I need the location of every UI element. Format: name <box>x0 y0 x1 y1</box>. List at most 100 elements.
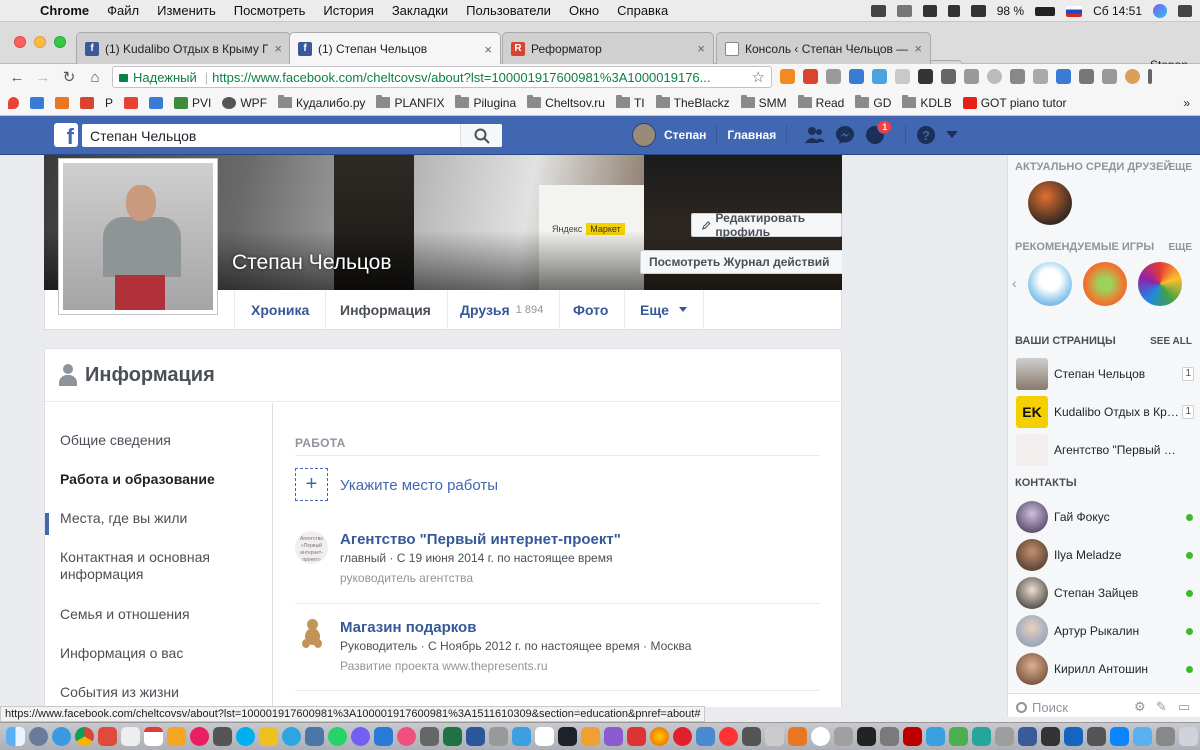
bookmark-ti[interactable]: TI <box>615 95 645 110</box>
app-icon[interactable] <box>834 727 853 746</box>
app-icon[interactable] <box>1087 727 1106 746</box>
vk-icon[interactable] <box>305 727 324 746</box>
filezilla-icon[interactable] <box>903 727 922 746</box>
tab-photos[interactable]: Фото <box>557 290 626 329</box>
trending-more-link[interactable]: ЕЩЕ <box>1168 162 1192 173</box>
itunes-icon[interactable] <box>397 727 416 746</box>
sidebar-toggle-icon[interactable]: ▭ <box>1178 699 1190 715</box>
bookmark-maps[interactable] <box>8 96 19 109</box>
game-tetris-icon[interactable] <box>1138 262 1182 306</box>
extension-icon[interactable] <box>1079 69 1094 84</box>
bookmark-smm[interactable]: SMM <box>740 95 787 110</box>
bookmark-read[interactable]: Read <box>797 95 844 110</box>
app-icon[interactable] <box>811 727 830 746</box>
app-icon[interactable] <box>627 727 646 746</box>
profile-name[interactable]: Степан Чельцов <box>232 251 392 275</box>
nav-overview[interactable]: Общие сведения <box>60 432 260 449</box>
app-icon[interactable] <box>765 727 784 746</box>
viber-icon[interactable] <box>351 727 370 746</box>
close-window-button[interactable] <box>14 36 26 48</box>
extension-icon[interactable] <box>1056 69 1071 84</box>
app-icon[interactable] <box>1064 727 1083 746</box>
teddy-bear-icon[interactable] <box>301 619 323 649</box>
extension-icon[interactable] <box>964 69 979 84</box>
bookmark-pvi[interactable]: PVI <box>174 96 211 110</box>
wifi-icon[interactable] <box>922 5 937 17</box>
telegram-icon[interactable] <box>282 727 301 746</box>
contact-item[interactable]: Артур Рыкалин <box>1016 615 1200 647</box>
trending-game-icon[interactable] <box>1028 181 1072 225</box>
pages-see-all-link[interactable]: SEE ALL <box>1150 336 1192 347</box>
safari-icon[interactable] <box>52 727 71 746</box>
facebook-search-input[interactable]: Степан Чельцов <box>82 124 502 147</box>
extension-icon[interactable] <box>826 69 841 84</box>
job-title[interactable]: Магазин подарков <box>340 619 476 636</box>
extension-icon[interactable] <box>918 69 933 84</box>
menu-bookmarks[interactable]: Закладки <box>392 3 448 18</box>
bookmark-orange[interactable] <box>55 96 69 109</box>
bookmark-p[interactable]: P <box>105 96 113 110</box>
chrome-icon[interactable] <box>75 727 94 746</box>
forward-icon[interactable]: → <box>30 69 56 86</box>
airplay-icon[interactable] <box>970 5 986 17</box>
close-tab-icon[interactable]: × <box>697 41 705 56</box>
extension-icon[interactable] <box>941 69 956 84</box>
home-link[interactable]: Главная <box>727 128 776 142</box>
extension-icon[interactable] <box>803 69 818 84</box>
launchpad-icon[interactable] <box>29 727 48 746</box>
extension-icon[interactable] <box>1033 69 1048 84</box>
folder-icon[interactable] <box>1133 727 1152 746</box>
account-menu-icon[interactable] <box>946 125 959 145</box>
agency-logo[interactable]: Агентство «Первый интернет-проект» <box>295 531 328 564</box>
nav-family[interactable]: Семья и отношения <box>60 606 260 623</box>
volume-icon[interactable] <box>947 5 960 17</box>
friend-requests-icon[interactable] <box>805 125 826 145</box>
edit-profile-button[interactable]: Редактировать профиль <box>691 211 842 239</box>
app-icon[interactable] <box>1110 727 1129 746</box>
app-icon[interactable] <box>788 727 807 746</box>
app-icon[interactable] <box>604 727 623 746</box>
opera-icon[interactable] <box>673 727 692 746</box>
chat-search-bar[interactable]: Поиск ⚙ ✎ ▭ <box>1008 693 1200 717</box>
app-icon[interactable] <box>742 727 761 746</box>
menu-view[interactable]: Посмотреть <box>234 3 306 18</box>
app-icon[interactable] <box>190 727 209 746</box>
app-icon[interactable] <box>420 727 439 746</box>
bookmark-kdlb[interactable]: KDLB <box>902 95 952 110</box>
nav-work-education[interactable]: Работа и образование <box>60 471 260 488</box>
bookmark-theblackz[interactable]: TheBlackz <box>655 95 730 110</box>
extension-icon[interactable] <box>895 69 910 84</box>
gear-icon[interactable]: ⚙ <box>1134 699 1146 715</box>
clock[interactable]: Сб 14:51 <box>1093 4 1142 18</box>
notifications-icon[interactable]: 1 <box>865 120 893 145</box>
app-icon[interactable] <box>949 727 968 746</box>
trash-icon[interactable] <box>1179 727 1198 746</box>
chat-search-input[interactable]: Поиск <box>1032 700 1068 715</box>
calendar-icon[interactable] <box>144 727 163 746</box>
contact-item[interactable]: Ilya Meladze <box>1016 539 1200 571</box>
app-icon[interactable] <box>121 727 140 746</box>
app-icon[interactable] <box>167 727 186 746</box>
minimize-window-button[interactable] <box>34 36 46 48</box>
bookmark-gd[interactable]: GD <box>855 95 891 110</box>
app-icon[interactable] <box>535 727 554 746</box>
menu-help[interactable]: Справка <box>617 3 668 18</box>
extension-icon[interactable] <box>1102 69 1117 84</box>
bookmark-cart[interactable] <box>30 96 44 109</box>
app-icon[interactable] <box>1156 727 1175 746</box>
menu-edit[interactable]: Изменить <box>157 3 216 18</box>
back-icon[interactable]: ← <box>4 69 30 86</box>
nav-contact-info[interactable]: Контактная и основная информация <box>60 549 260 583</box>
close-tab-icon[interactable]: × <box>274 41 282 56</box>
reload-icon[interactable]: ↻ <box>56 68 82 86</box>
close-tab-icon[interactable]: × <box>484 42 492 57</box>
bookmark-cheltsov[interactable]: Cheltsov.ru <box>527 95 605 110</box>
page-item[interactable]: Степан Чельцов 1 <box>1016 358 1200 390</box>
facebook-logo-icon[interactable]: f <box>54 123 78 147</box>
tab-console[interactable]: Консоль ‹ Степан Чельцов — × <box>716 32 931 64</box>
dropbox-icon[interactable] <box>870 5 886 17</box>
menu-file[interactable]: Файл <box>107 3 139 18</box>
add-workplace-icon[interactable]: + <box>295 468 328 501</box>
app-icon[interactable] <box>213 727 232 746</box>
extension-icon[interactable] <box>872 69 887 84</box>
